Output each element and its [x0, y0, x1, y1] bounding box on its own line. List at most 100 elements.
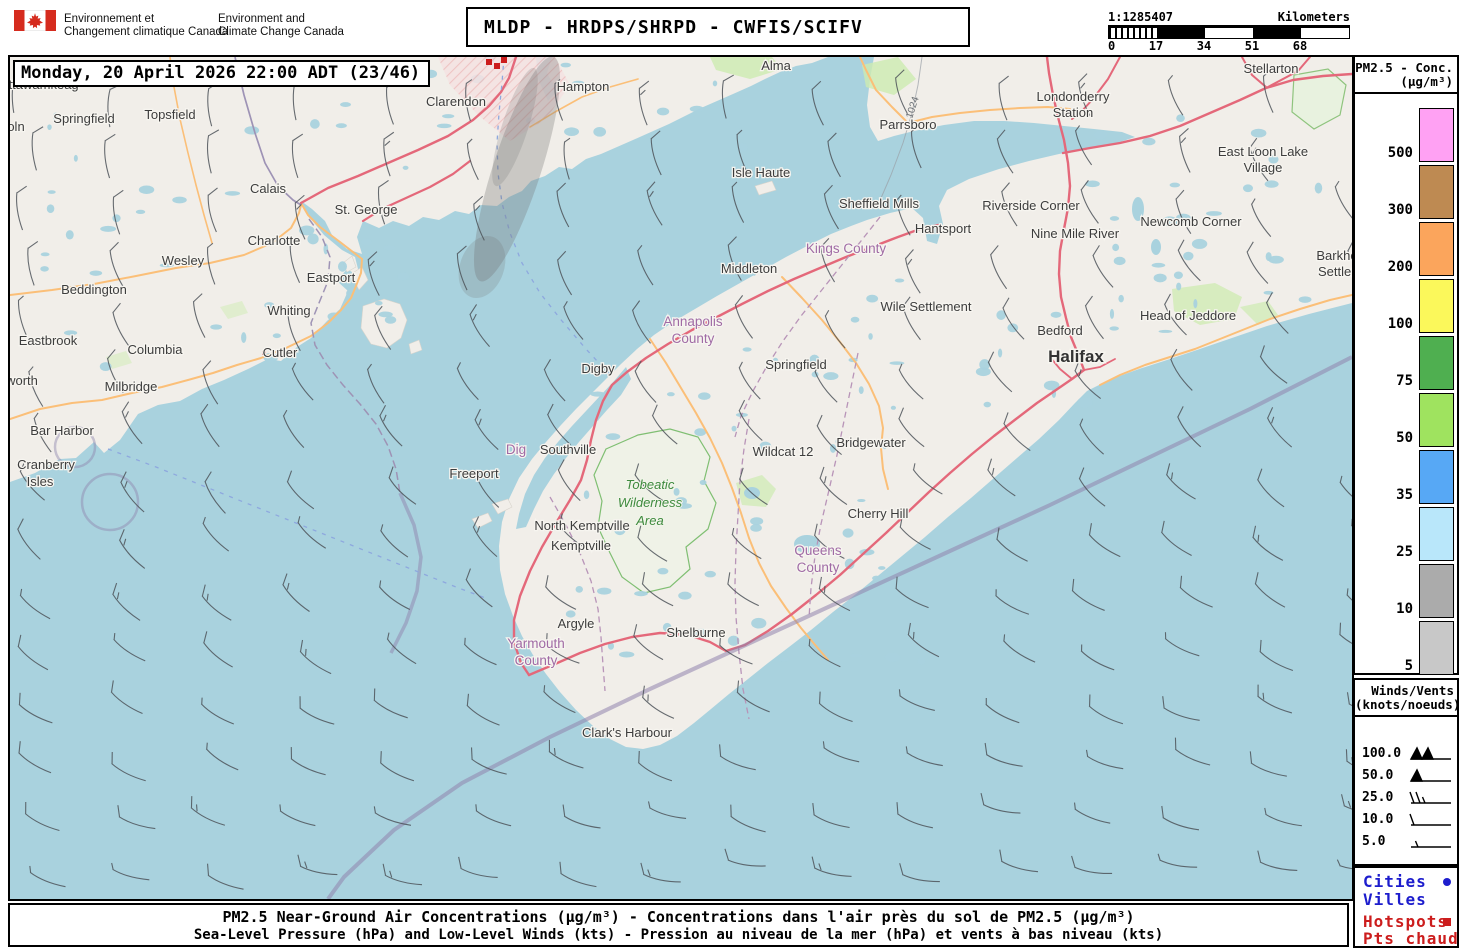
wind-speed-label: 5.0 — [1362, 834, 1386, 849]
wind-barb-icon-pennant2 — [1409, 746, 1451, 760]
map-panel: Monday, 20 April 2026 22:00 ADT (23/46) … — [8, 55, 1354, 901]
map-label-cutler: Cutler — [263, 345, 298, 360]
pm25-legend-title: PM2.5 - Conc. (µg/m³) — [1355, 60, 1453, 89]
map-label-columbia: Columbia — [128, 342, 184, 357]
pm25-value-300: 300 — [1387, 202, 1413, 218]
map-label-hantsport: Hantsport — [915, 221, 972, 236]
wind-speed-label: 50.0 — [1362, 768, 1394, 783]
map-label-cranberry: Cranberry — [17, 457, 75, 472]
pm25-swatch-5 — [1419, 621, 1454, 675]
map-label-halifax: Halifax — [1048, 347, 1104, 366]
map-label-londonderry: Londonderry — [1037, 89, 1110, 104]
wind-row-10.0: 10.0 — [1355, 812, 1457, 830]
map-label-isles: Isles — [27, 474, 54, 489]
caption-line2: Sea-Level Pressure (hPa) and Low-Level W… — [193, 927, 1164, 943]
pm25-swatch-200 — [1419, 222, 1454, 276]
wind-barb-icon-half — [1411, 840, 1451, 848]
map-label-nine-mile-river: Nine Mile River — [1031, 226, 1120, 241]
map-label-sheffield-mills: Sheffield Mills — [839, 196, 919, 211]
pm25-swatch-35 — [1419, 450, 1454, 504]
map-label-southville: Southville — [540, 442, 596, 457]
map-label-head-of-jeddore: Head of Jeddore — [1140, 308, 1236, 323]
pm25-swatch-10 — [1419, 564, 1454, 618]
scale-ratio: 1:1285407 — [1108, 10, 1174, 24]
winds-legend: Winds/Vents (knots/noeuds) 100.0 50.0 25.0… — [1353, 678, 1460, 866]
caption-line1: PM2.5 Near-Ground Air Concentrations (µg… — [222, 908, 1135, 926]
wind-speed-label: 10.0 — [1362, 812, 1394, 827]
eccc-smoke-map-page: Environnement et Changement climatique C… — [0, 0, 1460, 950]
map-label-topsfield: Topsfield — [144, 107, 195, 122]
pm25-swatch-50 — [1419, 393, 1454, 447]
map-label-springfield: Springfield — [765, 357, 826, 372]
pm25-value-100: 100 — [1387, 316, 1413, 332]
wind-row-100.0: 100.0 — [1355, 746, 1457, 764]
pm25-value-10: 10 — [1396, 601, 1413, 617]
map-label-annapolis: Annapolis — [663, 314, 723, 329]
map-label-kemptville: Kemptville — [551, 538, 611, 553]
map-label-oln: oln — [10, 119, 25, 134]
map-label-eastbrook: Eastbrook — [19, 333, 78, 348]
map-label-clark-s-harbour: Clark's Harbour — [582, 725, 673, 740]
wind-row-25.0: 25.0 — [1355, 790, 1457, 808]
cities-label-fr: Villes — [1363, 890, 1427, 909]
map-label-settlem: Settlem — [1318, 264, 1352, 279]
map-label-milbridge: Milbridge — [105, 379, 158, 394]
timestamp-box: Monday, 20 April 2026 22:00 ADT (23/46) — [13, 60, 431, 87]
map-label-dig: Dig — [506, 442, 526, 457]
map-label-whiting: Whiting — [267, 303, 310, 318]
map-label-clarendon: Clarendon — [426, 94, 486, 109]
wind-barb-icon-pennant — [1409, 768, 1451, 782]
map-label-kings-county: Kings County — [806, 241, 887, 256]
pm25-value-200: 200 — [1387, 259, 1413, 275]
map-label-bridgewater: Bridgewater — [836, 435, 906, 450]
map-label-north-kemptville: North Kemptville — [534, 518, 629, 533]
map-label-bedford: Bedford — [1037, 323, 1083, 338]
pm25-swatch-500 — [1419, 108, 1454, 162]
org-name-french: Environnement et Changement climatique C… — [64, 13, 229, 38]
wind-row-5.0: 5.0 — [1355, 834, 1457, 852]
map-label-newcomb-corner: Newcomb Corner — [1140, 214, 1242, 229]
map-label-wilderness: Wilderness — [618, 495, 683, 510]
map-label-cherry-hill: Cherry Hill — [848, 506, 909, 521]
map-label-east-loon-lake: East Loon Lake — [1218, 144, 1308, 159]
map-label-county: County — [797, 560, 840, 575]
pm25-value-500: 500 — [1387, 145, 1413, 161]
map-label-yarmouth: Yarmouth — [507, 636, 565, 651]
pm25-value-50: 50 — [1396, 430, 1413, 446]
pm25-legend: PM2.5 - Conc. (µg/m³) 500 300 200 100 75 50 35… — [1353, 55, 1459, 675]
map-label-tobeatic: Tobeatic — [626, 477, 675, 492]
map-label-digby: Digby — [581, 361, 615, 376]
hotspots-label-fr: Pts chauds — [1363, 929, 1460, 948]
wind-speed-label: 25.0 — [1362, 790, 1394, 805]
map-label-county: County — [672, 331, 715, 346]
map-label-wildcat-12: Wildcat 12 — [753, 444, 814, 459]
pm25-swatch-300 — [1419, 165, 1454, 219]
map-label-area: Area — [635, 513, 663, 528]
map-canvas: 1024 attawamkeagSpringfieldTopsfieldolnC… — [10, 57, 1352, 899]
map-label-station: Station — [1053, 105, 1093, 120]
map-label-beddington: Beddington — [61, 282, 127, 297]
caption-box: PM2.5 Near-Ground Air Concentrations (µg… — [8, 903, 1349, 947]
map-label-eastport: Eastport — [307, 270, 356, 285]
map-label-argyle: Argyle — [558, 616, 595, 631]
canada-flag-icon — [14, 10, 56, 31]
map-label-middleton: Middleton — [721, 261, 777, 276]
map-label-springfield: Springfield — [53, 111, 114, 126]
map-label-hampton: Hampton — [557, 79, 610, 94]
pm25-value-35: 35 — [1396, 487, 1413, 503]
map-label-isle-haute: Isle Haute — [732, 165, 791, 180]
map-label-queens: Queens — [794, 543, 842, 558]
map-label-wesley: Wesley — [162, 253, 205, 268]
hotspot-square-icon — [1443, 918, 1451, 926]
wind-speed-label: 100.0 — [1362, 746, 1402, 761]
map-label-village: Village — [1244, 160, 1283, 175]
org-name-english: Environment and Climate Change Canada — [218, 13, 344, 38]
scale-tick: 34 — [1196, 39, 1212, 53]
map-label-charlotte: Charlotte — [248, 233, 301, 248]
map-label-freeport: Freeport — [449, 466, 499, 481]
map-label-worth: worth — [10, 373, 38, 388]
header: Environnement et Changement climatique C… — [0, 0, 1460, 55]
scale-tick: 68 — [1292, 39, 1308, 53]
scale-tick: 17 — [1148, 39, 1164, 53]
map-label-bar-harbor: Bar Harbor — [30, 423, 94, 438]
